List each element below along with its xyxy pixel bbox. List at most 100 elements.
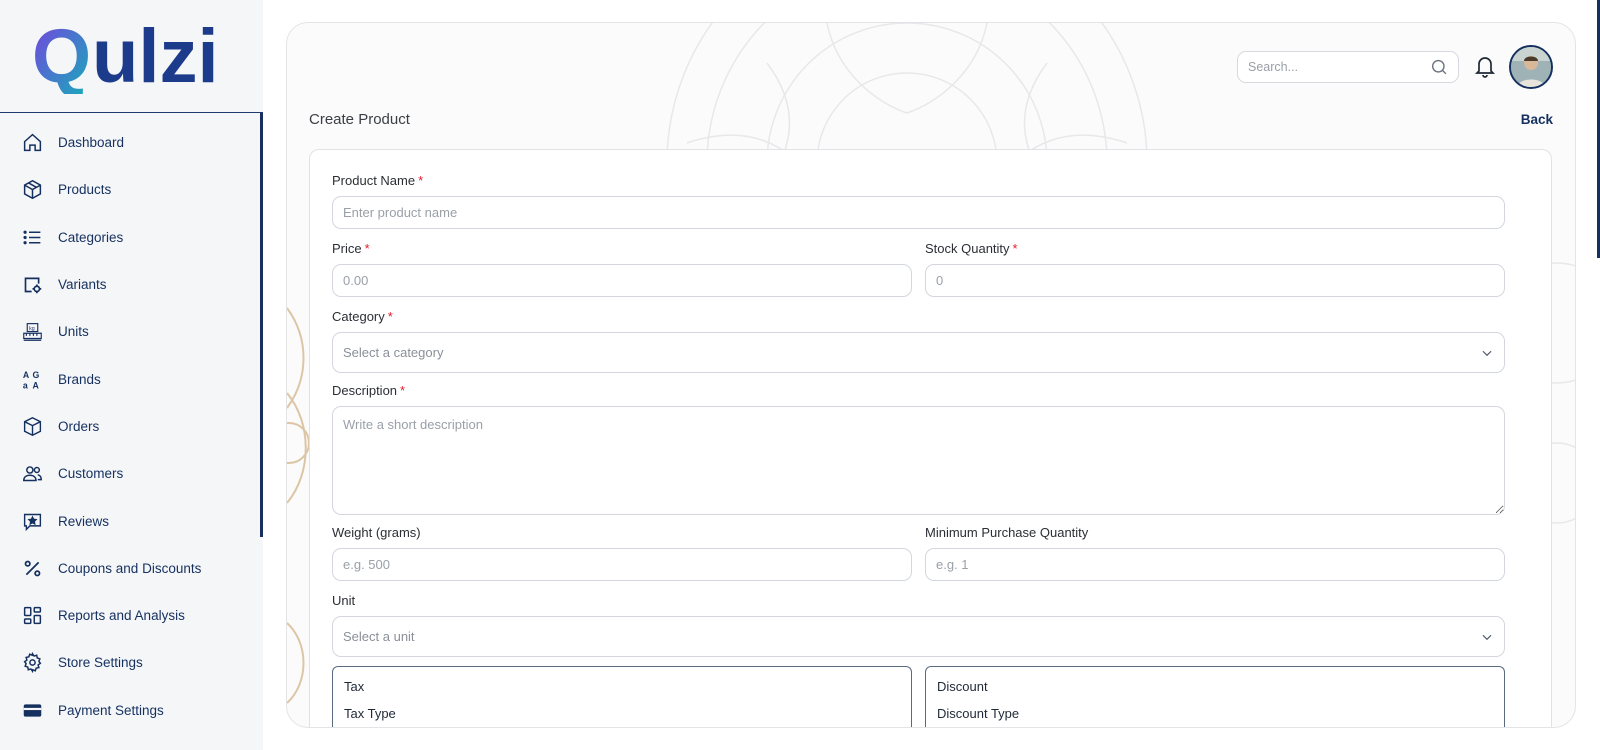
page-title: Create Product xyxy=(309,111,410,128)
brands-icon: AGaA xyxy=(20,367,44,391)
chevron-down-icon xyxy=(1482,634,1492,640)
package-icon xyxy=(20,414,44,438)
unit-select[interactable]: Select a unit xyxy=(332,616,1505,657)
users-icon xyxy=(20,462,44,486)
sidebar-item-variants[interactable]: Variants xyxy=(0,261,263,308)
sidebar-item-label: Reports and Analysis xyxy=(58,608,185,624)
star-message-icon xyxy=(20,509,44,533)
stock-quantity-label-text: Stock Quantity xyxy=(925,241,1010,256)
qulzi-logo: Q ulzi xyxy=(32,18,219,94)
sidebar-item-payment-settings[interactable]: Payment Settings xyxy=(0,687,263,734)
stock-quantity-label: Stock Quantity * xyxy=(925,240,1505,258)
notification-bell-icon[interactable] xyxy=(1473,53,1497,79)
sidebar-item-reports[interactable]: Reports and Analysis xyxy=(0,592,263,639)
unit-label: Unit xyxy=(332,593,356,608)
sidebar-item-label: Store Settings xyxy=(58,655,143,671)
avatar-image xyxy=(1511,47,1551,87)
unit-field: Unit Select a unit xyxy=(332,592,1505,657)
search-icon[interactable] xyxy=(1430,57,1448,77)
sidebar-item-label: Reviews xyxy=(58,513,110,529)
gear-icon xyxy=(20,651,44,675)
sidebar-item-products[interactable]: Products xyxy=(0,166,263,213)
description-field: Description * xyxy=(332,382,1505,520)
product-name-label-text: Product Name xyxy=(332,173,416,188)
min-purchase-quantity-input[interactable] xyxy=(925,548,1505,581)
sidebar-item-customers[interactable]: Customers xyxy=(0,450,263,497)
category-label-text: Category xyxy=(332,309,385,324)
sidebar-item-label: Orders xyxy=(58,418,100,434)
sidebar: Q ulzi Dashboard Products Categories Var… xyxy=(0,0,263,750)
tax-type-label: Tax Type xyxy=(344,706,396,721)
brand-logo[interactable]: Q ulzi xyxy=(0,0,263,113)
box-icon xyxy=(20,178,44,202)
sidebar-scroll-indicator xyxy=(260,113,263,537)
price-field: Price * xyxy=(332,240,912,297)
product-name-field: Product Name * xyxy=(332,172,1505,229)
svg-text:A: A xyxy=(32,380,39,390)
sidebar-item-categories[interactable]: Categories xyxy=(0,214,263,261)
sidebar-item-label: Coupons and Discounts xyxy=(58,560,202,576)
weight-label: Weight (grams) xyxy=(332,525,421,540)
grid-icon xyxy=(20,604,44,628)
user-avatar[interactable] xyxy=(1509,45,1553,89)
search-input[interactable] xyxy=(1248,60,1430,74)
product-name-input[interactable] xyxy=(332,196,1505,229)
product-name-label: Product Name * xyxy=(332,172,1505,190)
sidebar-item-label: Categories xyxy=(58,229,124,245)
svg-text:G: G xyxy=(32,369,39,379)
sidebar-item-dashboard[interactable]: Dashboard xyxy=(0,119,263,166)
sidebar-item-label: Brands xyxy=(58,371,101,387)
category-label: Category * xyxy=(332,308,1505,326)
sidebar-item-store-settings[interactable]: Store Settings xyxy=(0,639,263,686)
logo-letters: ulzi xyxy=(92,18,219,94)
sidebar-item-reviews[interactable]: Reviews xyxy=(0,497,263,544)
back-link[interactable]: Back xyxy=(1521,112,1553,127)
svg-text:A: A xyxy=(22,369,29,379)
sidebar-item-label: Products xyxy=(58,182,112,198)
list-icon xyxy=(20,225,44,249)
discount-section: Discount Discount Type xyxy=(925,666,1505,727)
sidebar-item-units[interactable]: kg Units xyxy=(0,308,263,355)
required-marker: * xyxy=(364,241,370,256)
percent-icon xyxy=(20,556,44,580)
tax-section-title: Tax xyxy=(344,679,365,694)
sidebar-item-orders[interactable]: Orders xyxy=(0,403,263,450)
logo-letter-q: Q xyxy=(32,18,91,94)
sidebar-item-label: Dashboard xyxy=(58,135,125,151)
price-label: Price * xyxy=(332,240,912,258)
main-panel: Create Product Back Product Name* Price*… xyxy=(286,22,1576,728)
create-product-form: Product Name* Price* Stock Quantity* Cat… xyxy=(309,149,1552,727)
stock-quantity-input[interactable] xyxy=(925,264,1505,297)
description-label: Description * xyxy=(332,382,1505,400)
stock-quantity-field: Stock Quantity * xyxy=(925,240,1505,297)
category-select[interactable]: Select a category xyxy=(332,332,1505,373)
home-icon xyxy=(20,131,44,155)
sidebar-item-brands[interactable]: AGaA Brands xyxy=(0,355,263,402)
category-selected-value: Select a category xyxy=(343,345,444,360)
svg-text:kg: kg xyxy=(29,326,35,332)
price-input[interactable] xyxy=(332,264,912,297)
min-purchase-quantity-field: Minimum Purchase Quantity xyxy=(925,524,1505,581)
unit-selected-value: Select a unit xyxy=(343,629,415,644)
sidebar-item-label: Customers xyxy=(58,466,124,482)
sidebar-nav: Dashboard Products Categories Variants k… xyxy=(0,113,263,734)
scale-icon: kg xyxy=(20,320,44,344)
sidebar-item-coupons[interactable]: Coupons and Discounts xyxy=(0,545,263,592)
variants-icon xyxy=(20,273,44,297)
card-icon xyxy=(20,698,44,722)
discount-type-label: Discount Type xyxy=(937,706,1020,721)
price-label-text: Price xyxy=(332,241,362,256)
chevron-down-icon xyxy=(1482,350,1492,356)
required-marker: * xyxy=(387,309,393,324)
tax-section: Tax Tax Type xyxy=(332,666,912,727)
sidebar-item-label: Payment Settings xyxy=(58,702,164,718)
min-purchase-quantity-label: Minimum Purchase Quantity xyxy=(925,525,1089,540)
search-bar[interactable] xyxy=(1237,51,1459,83)
weight-input[interactable] xyxy=(332,548,912,581)
required-marker: * xyxy=(418,173,424,188)
description-textarea[interactable] xyxy=(332,406,1505,515)
sidebar-item-label: Units xyxy=(58,324,89,340)
weight-field: Weight (grams) xyxy=(332,524,912,581)
category-field: Category * Select a category xyxy=(332,308,1505,373)
required-marker: * xyxy=(1012,241,1018,256)
